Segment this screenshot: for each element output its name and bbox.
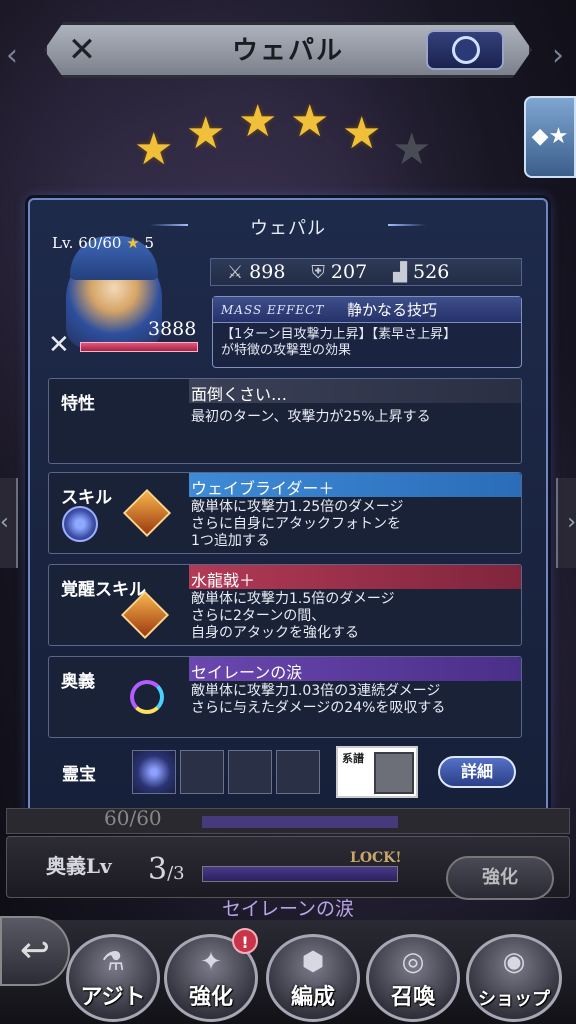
ougi-level-max: /3 (167, 863, 185, 884)
mass-effect-title: 静かなる技巧 (347, 301, 438, 319)
unit-level: Lv. 60/60 ★ 5 (52, 234, 154, 252)
skill-desc-line: 敵単体に攻撃力1.25倍のダメージ (191, 499, 404, 515)
skill-box: スキル ウェイブライダー＋ 敵単体に攻撃力1.25倍のダメージ さらに自身にアタ… (48, 472, 522, 554)
nav-label: アジト (80, 985, 146, 1010)
awaken-desc-line: さらに2ターンの間、 (191, 608, 326, 624)
treasure-slot-empty[interactable] (276, 750, 320, 794)
rarity-star-icon: ★ (238, 96, 278, 147)
speed-stat: ▟ 526 (393, 261, 449, 283)
rarity-star-icon: ★ (134, 124, 174, 175)
side-scroll-left[interactable]: ‹ (0, 478, 18, 568)
bottle-icon: ⚗ (101, 947, 125, 977)
ougi-desc-line: 敵単体に攻撃力1.03倍の3連続ダメージ (191, 683, 441, 699)
side-scroll-right[interactable]: › (556, 478, 576, 568)
stats-row: ⚔ 898 ⛨ 207 ▟ 526 (210, 258, 522, 286)
ougi-level-bar (202, 866, 398, 882)
ougi-level-value: 3/3 (148, 852, 185, 887)
speed-value: 526 (413, 261, 450, 283)
detail-button[interactable]: 詳細 (438, 756, 516, 788)
sword-icon: ⚔ (227, 261, 244, 283)
treasure-slot-empty[interactable] (180, 750, 224, 794)
shield-icon: ⛨ (311, 261, 325, 283)
summon-circle-icon: ◎ (401, 947, 425, 977)
skill-label: スキル (61, 488, 112, 508)
skill-desc: 敵単体に攻撃力1.25倍のダメージ さらに自身にアタックフォトンを 1つ追加する (191, 499, 403, 550)
defense-value: 207 (330, 261, 368, 283)
nav-summon[interactable]: ◎ 召喚 (366, 934, 460, 1022)
trait-box: 特性 面倒くさい… 最初のターン、攻撃力が25%上昇する (48, 378, 522, 464)
nav-hideout[interactable]: ⚗ アジト (66, 934, 160, 1022)
ougi-ring-icon (130, 680, 164, 714)
lineage-label: 系譜 (342, 752, 364, 765)
underlying-bar (202, 816, 398, 828)
trait-label: 特性 (61, 394, 95, 414)
lineage-slot[interactable]: 系譜 (336, 746, 418, 798)
unit-hp: 3888 (148, 318, 197, 340)
mass-effect-label: MASS EFFECT (221, 302, 325, 317)
nav-label: 編成 (290, 985, 335, 1010)
crossbow-class-icon: ✕ (48, 330, 70, 360)
clock-icon (452, 36, 480, 64)
skill-desc-line: 1つ追加する (191, 533, 270, 549)
treasure-slot-empty[interactable] (228, 750, 272, 794)
awaken-skill-box: 覚醒スキル 水龍戟＋ 敵単体に攻撃力1.5倍のダメージ さらに2ターンの間、 自… (48, 564, 522, 646)
mass-effect-desc-line: 【1ターン目攻撃力上昇】【素早さ上昇】 (221, 327, 457, 342)
mass-effect-box: MASS EFFECT 静かなる技巧 【1ターン目攻撃力上昇】【素早さ上昇】 が… (212, 296, 522, 368)
level-label: Lv. 60/60 (52, 234, 122, 252)
ougi-level-current: 3 (148, 852, 168, 887)
lineage-portrait (374, 752, 414, 794)
limit-break-star-icon: ★ (126, 234, 140, 252)
mass-effect-desc-line: が特徴の攻撃型の効果 (221, 343, 352, 358)
formation-icon: ⬢ (301, 947, 325, 977)
notification-badge: ! (232, 928, 258, 954)
ougi-title: セイレーンの涙 (191, 663, 303, 682)
rarity-star-icon: ★ (290, 96, 330, 147)
attack-value: 898 (249, 261, 286, 283)
skill-title: ウェイブライダー＋ (191, 479, 335, 498)
defense-stat: ⛨ 207 (311, 261, 367, 283)
treasure-slot-filled[interactable] (132, 750, 176, 794)
lock-label: LOCK! (350, 850, 402, 866)
timer-button[interactable] (426, 30, 504, 70)
nav-shop[interactable]: ◉ ショップ (466, 934, 562, 1022)
skill-desc-line: さらに自身にアタックフォトンを (191, 516, 401, 532)
nav-label: ショップ (478, 989, 550, 1010)
ougi-label: 奥義 (61, 672, 95, 692)
awaken-desc: 敵単体に攻撃力1.5倍のダメージ さらに2ターンの間、 自身のアタックを強化する (191, 591, 395, 642)
underlying-value: 60/60 (104, 806, 162, 830)
ougi-level-label: 奥義Lv (46, 854, 112, 878)
mass-effect-desc: 【1ターン目攻撃力上昇】【素早さ上昇】 が特徴の攻撃型の効果 (213, 323, 521, 363)
ougi-desc-line: さらに与えたダメージの24%を吸収する (191, 700, 446, 716)
awaken-label: 覚醒スキル (61, 580, 146, 600)
nav-formation[interactable]: ⬢ 編成 (266, 934, 360, 1022)
ougi-name-label: セイレーンの涙 (222, 898, 355, 920)
ougi-box: 奥義 セイレーンの涙 敵単体に攻撃力1.03倍の3連続ダメージ さらに与えたダメ… (48, 656, 522, 738)
hp-bar (80, 342, 198, 352)
trait-title: 面倒くさい… (191, 385, 288, 404)
boot-icon: ▟ (393, 261, 408, 283)
ougi-enhance-button[interactable]: 強化 (446, 856, 554, 900)
limit-break-count: 5 (144, 234, 154, 252)
attack-stat: ⚔ 898 (227, 261, 285, 283)
mass-effect-header: MASS EFFECT 静かなる技巧 (213, 297, 521, 323)
nav-label: 強化 (188, 985, 233, 1010)
rarity-star-icon: ★ (186, 108, 226, 159)
back-button[interactable]: ↩ (0, 916, 70, 986)
awaken-desc-line: 敵単体に攻撃力1.5倍のダメージ (191, 591, 395, 607)
ougi-desc: 敵単体に攻撃力1.03倍の3連続ダメージ さらに与えたダメージの24%を吸収する (191, 683, 445, 717)
treasure-label: 霊宝 (62, 765, 96, 785)
trait-desc: 最初のターン、攻撃力が25%上昇する (191, 409, 431, 425)
awaken-title: 水龍戟＋ (191, 571, 256, 590)
ring-icon: ◉ (502, 947, 526, 977)
skill-compass-icon (62, 506, 98, 542)
rarity-star-empty-icon: ★ (392, 124, 432, 175)
awaken-desc-line: 自身のアタックを強化する (191, 625, 359, 641)
nav-label: 召喚 (390, 985, 435, 1010)
rarity-star-icon: ★ (342, 108, 382, 159)
favorite-tab[interactable]: ◆★ (524, 96, 576, 178)
